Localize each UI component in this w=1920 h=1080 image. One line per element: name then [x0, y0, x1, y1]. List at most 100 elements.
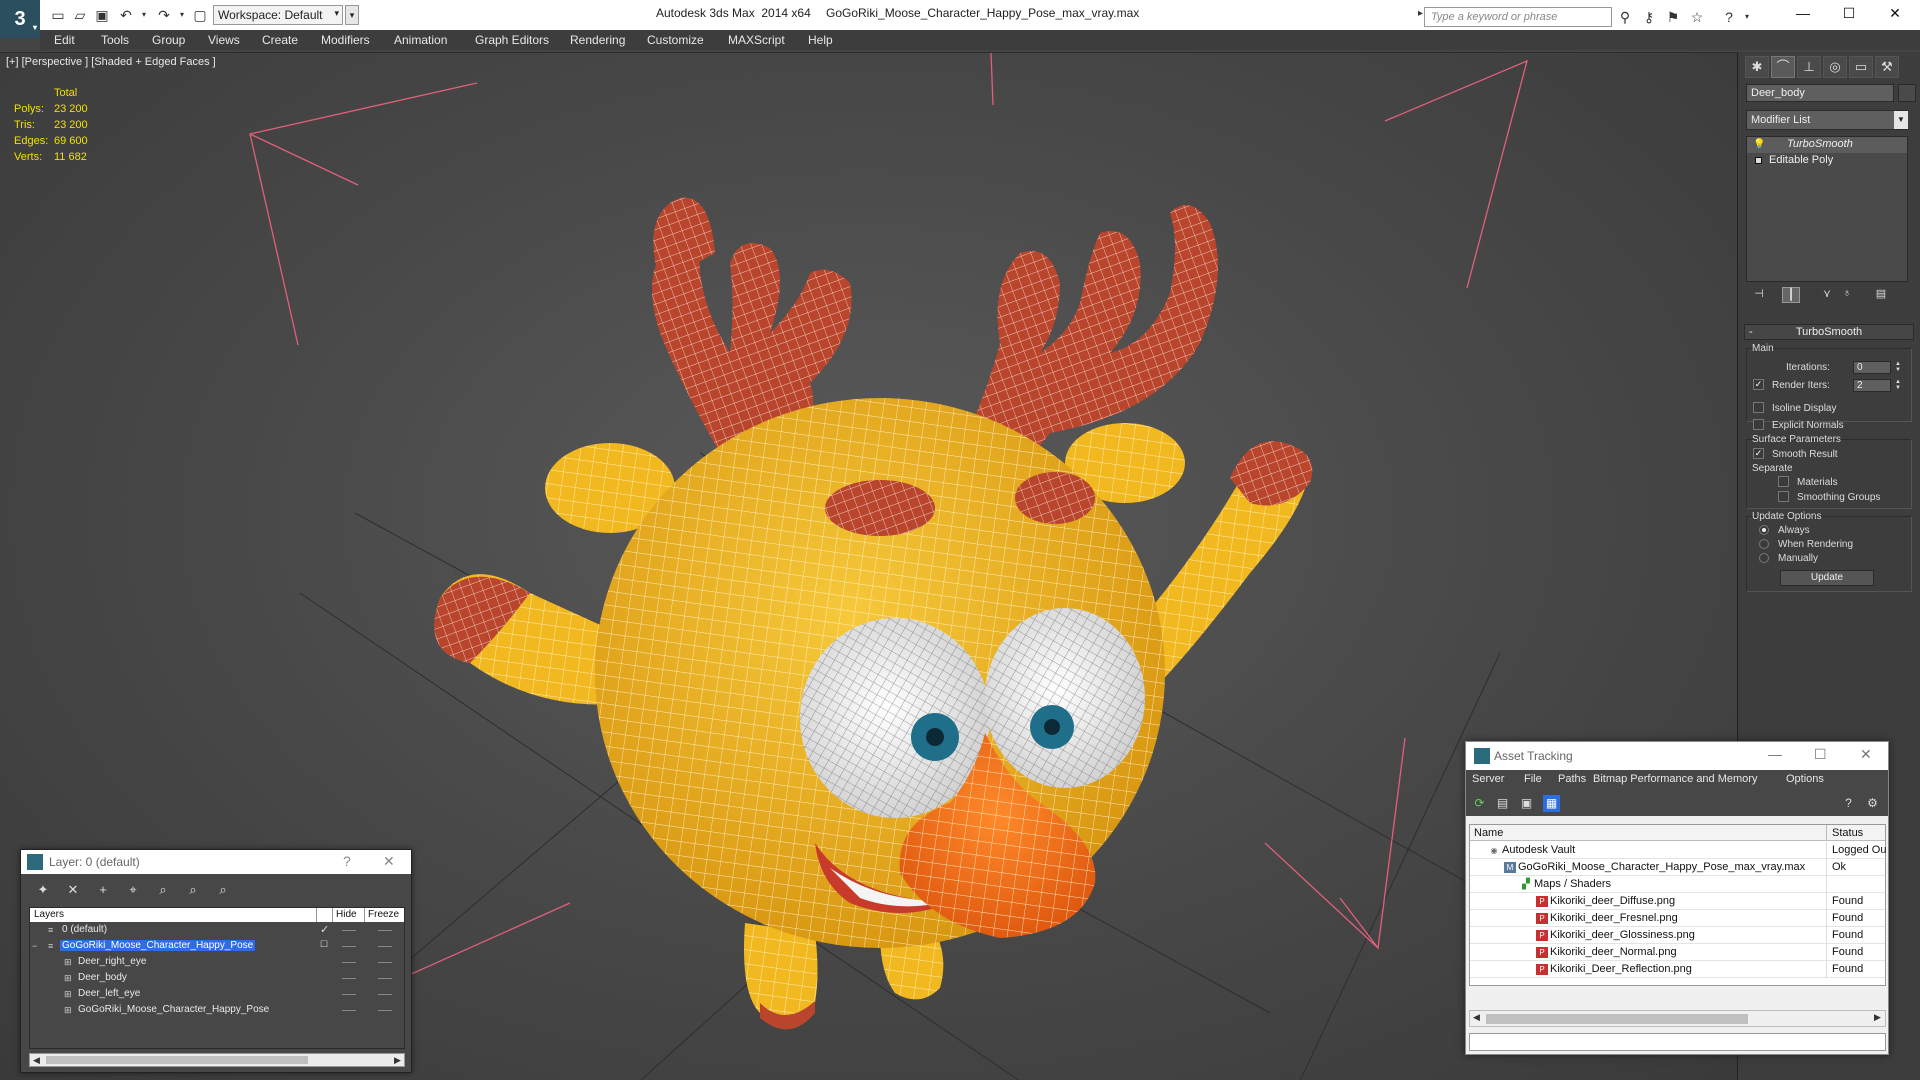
maximize-button[interactable]: ☐: [1826, 0, 1872, 26]
column-layers[interactable]: Layers: [34, 909, 64, 920]
select-objects-icon[interactable]: ⌖: [125, 882, 141, 898]
menu-graph-editors[interactable]: Graph Editors: [475, 33, 549, 47]
hierarchy-tab-icon[interactable]: ⊥: [1797, 56, 1821, 78]
column-freeze[interactable]: Freeze: [368, 909, 399, 920]
layer-row[interactable]: − ≡ GoGoRiki_Moose_Character_Happy_Pose …: [30, 939, 404, 954]
scrollbar-thumb[interactable]: [1486, 1014, 1748, 1024]
freeze-toggle[interactable]: [378, 994, 392, 995]
smoothing-groups-checkbox[interactable]: [1778, 491, 1789, 502]
smooth-result-checkbox[interactable]: ✓: [1753, 448, 1764, 459]
utilities-tab-icon[interactable]: ⚒: [1875, 56, 1899, 78]
help-icon[interactable]: ?: [1720, 8, 1738, 26]
asset-row[interactable]: ▞ Maps / Shaders: [1470, 876, 1885, 893]
menu-edit[interactable]: Edit: [54, 33, 75, 47]
asset-row[interactable]: P Kikoriki_Deer_Reflection.png Found: [1470, 961, 1885, 978]
table-view-icon[interactable]: ▦: [1543, 795, 1560, 812]
show-end-result-icon[interactable]: ┃: [1782, 287, 1800, 303]
modifier-list-dropdown[interactable]: Modifier List: [1746, 110, 1908, 130]
spinner-arrows-icon[interactable]: ▲ ▼: [1894, 361, 1902, 374]
freeze-toggle[interactable]: [378, 930, 392, 931]
minimize-icon[interactable]: —: [1768, 746, 1782, 762]
asset-row[interactable]: ◉ Autodesk Vault Logged Ou: [1470, 842, 1886, 859]
menu-animation[interactable]: Animation: [394, 33, 447, 47]
stack-item-turbosmooth[interactable]: 💡 TurboSmooth: [1747, 137, 1907, 153]
minimize-button[interactable]: —: [1780, 0, 1826, 26]
motion-tab-icon[interactable]: ◎: [1823, 56, 1847, 78]
menu-paths[interactable]: Paths: [1558, 773, 1586, 785]
hide-toggle[interactable]: [342, 978, 356, 979]
when-rendering-radio[interactable]: [1759, 539, 1769, 549]
subscription-key-icon[interactable]: ⚷: [1640, 8, 1658, 26]
hide-toggle[interactable]: [342, 1010, 356, 1011]
layer-name[interactable]: GoGoRiki_Moose_Character_Happy_Pose: [60, 940, 256, 951]
display-tab-icon[interactable]: ▭: [1849, 56, 1873, 78]
column-name[interactable]: Name: [1474, 827, 1503, 839]
menu-server[interactable]: Server: [1472, 773, 1504, 785]
help-icon[interactable]: ?: [343, 853, 351, 869]
quick-access-dropdown[interactable]: ▾: [345, 5, 359, 25]
hide-toggle[interactable]: [342, 946, 356, 947]
thumbnail-view-icon[interactable]: ▣: [1518, 795, 1535, 812]
layer-window-titlebar[interactable]: Layer: 0 (default) ? ✕: [21, 850, 411, 874]
remove-modifier-icon[interactable]: ♁: [1838, 287, 1856, 303]
object-color-swatch[interactable]: [1898, 84, 1916, 102]
spinner-arrows-icon[interactable]: ▲ ▼: [1894, 379, 1902, 392]
expand-box-icon[interactable]: [1755, 157, 1762, 164]
scroll-left-icon[interactable]: ◀: [1473, 1011, 1480, 1023]
redo-dropdown-icon[interactable]: ▾: [174, 7, 190, 23]
make-unique-icon[interactable]: ⋎: [1818, 287, 1836, 303]
column-hide[interactable]: Hide: [336, 909, 357, 920]
help-dropdown-icon[interactable]: ▾: [1738, 8, 1756, 26]
hide-all-icon[interactable]: ⌕: [185, 882, 201, 898]
hide-toggle[interactable]: [342, 962, 356, 963]
collapse-icon[interactable]: −: [32, 941, 42, 951]
layer-name[interactable]: 0 (default): [60, 924, 109, 935]
menu-maxscript[interactable]: MAXScript: [728, 33, 785, 47]
asset-row[interactable]: P Kikoriki_deer_Fresnel.png Found: [1470, 910, 1885, 927]
set-current-box-icon[interactable]: ☐: [320, 939, 328, 950]
list-view-icon[interactable]: ▤: [1494, 795, 1511, 812]
stack-item-editable-poly[interactable]: Editable Poly: [1747, 153, 1907, 169]
search-input[interactable]: Type a keyword or phrase: [1424, 7, 1612, 27]
isoline-checkbox[interactable]: [1753, 402, 1764, 413]
highlight-layer-icon[interactable]: ⌕: [155, 882, 171, 898]
project-folder-icon[interactable]: ▢: [192, 7, 208, 23]
workspace-dropdown[interactable]: Workspace: Default ▾: [213, 5, 343, 25]
layer-row[interactable]: ⊞ Deer_left_eye: [30, 987, 404, 1002]
menu-group[interactable]: Group: [152, 33, 185, 47]
app-logo-icon[interactable]: 3 ▾: [0, 0, 40, 38]
lightbulb-icon[interactable]: 💡: [1753, 139, 1765, 150]
refresh-icon[interactable]: ⟳: [1471, 795, 1488, 812]
close-button[interactable]: ✕: [1872, 0, 1918, 26]
undo-icon[interactable]: ↶: [118, 7, 134, 23]
hide-toggle[interactable]: [342, 994, 356, 995]
freeze-toggle[interactable]: [378, 978, 392, 979]
asset-row[interactable]: P Kikoriki_deer_Normal.png Found: [1470, 944, 1885, 961]
rollout-header[interactable]: - TurboSmooth: [1744, 324, 1914, 340]
communication-center-icon[interactable]: ⚑: [1664, 8, 1682, 26]
chevron-down-icon[interactable]: ▼: [1894, 111, 1908, 129]
settings-icon[interactable]: ⚙: [1864, 795, 1881, 812]
asset-row[interactable]: P Kikoriki_deer_Glossiness.png Found: [1470, 927, 1885, 944]
new-file-icon[interactable]: ▭: [50, 7, 66, 23]
menu-views[interactable]: Views: [208, 33, 240, 47]
asset-row[interactable]: M GoGoRiki_Moose_Character_Happy_Pose_ma…: [1470, 859, 1885, 876]
update-button[interactable]: Update: [1780, 570, 1874, 586]
column-status[interactable]: Status: [1832, 827, 1863, 839]
search-expand-icon[interactable]: ▸: [1418, 8, 1423, 19]
freeze-toggle[interactable]: [378, 962, 392, 963]
menu-help[interactable]: Help: [808, 33, 833, 47]
viewport-label[interactable]: [+] [Perspective ] [Shaded + Edged Faces…: [6, 56, 216, 68]
create-layer-icon[interactable]: ✦: [35, 882, 51, 898]
freeze-toggle[interactable]: [378, 946, 392, 947]
close-icon[interactable]: ✕: [383, 853, 395, 870]
redo-icon[interactable]: ↷: [156, 7, 172, 23]
layer-row[interactable]: ⊞ Deer_right_eye: [30, 955, 404, 970]
explicit-normals-checkbox[interactable]: [1753, 419, 1764, 430]
create-tab-icon[interactable]: ✱: [1745, 56, 1769, 78]
open-file-icon[interactable]: ▱: [72, 7, 88, 23]
render-iters-spinner[interactable]: 2: [1853, 379, 1891, 392]
asset-window-titlebar[interactable]: Asset Tracking — ☐ ✕: [1466, 742, 1888, 770]
modify-tab-icon[interactable]: ⌒: [1771, 56, 1795, 78]
always-radio[interactable]: [1759, 525, 1769, 535]
